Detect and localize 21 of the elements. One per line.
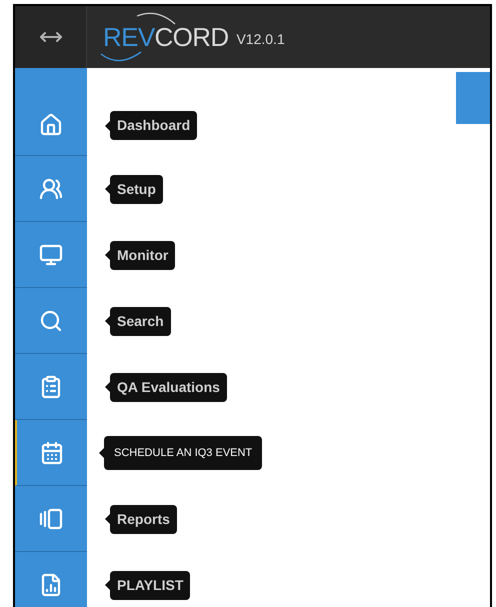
version-label: V12.0.1	[236, 30, 285, 48]
chart-file-icon	[39, 572, 63, 596]
nav-tooltip: Search	[110, 306, 171, 336]
nav-tooltip: Dashboard	[110, 111, 198, 140]
sidebar-item[interactable]	[15, 420, 87, 486]
nav-tooltip: QA Evaluations	[110, 372, 227, 402]
panel-edge	[456, 72, 490, 124]
logo-text-rev: REV	[103, 24, 155, 50]
monitor-icon	[39, 242, 63, 266]
users-icon	[39, 176, 63, 200]
nav-tooltip: PLAYLIST	[110, 570, 190, 600]
collapse-toggle-button[interactable]	[15, 6, 87, 68]
nav-tooltip: SCHEDULE AN IQ3 EVENT	[104, 436, 262, 470]
search-icon	[39, 308, 63, 332]
nav-tooltip: Reports	[110, 504, 177, 534]
home-icon	[39, 113, 63, 137]
calendar-icon	[40, 440, 64, 464]
clipboard-icon	[39, 374, 63, 398]
logo-text-cord: CORD	[154, 24, 228, 50]
nav-tooltip: Setup	[110, 174, 163, 204]
nav-tooltip: Monitor	[110, 240, 176, 270]
